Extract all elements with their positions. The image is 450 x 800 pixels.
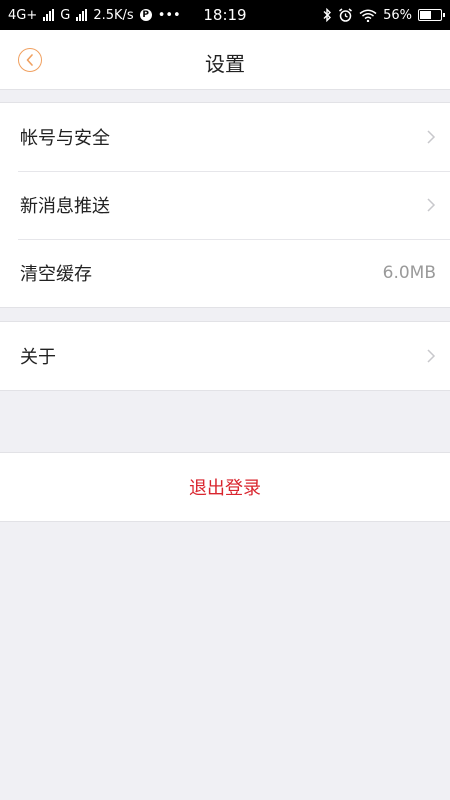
new-message-push-label: 新消息推送 <box>20 196 110 217</box>
status-bar: 4G+ G 2.5K/s P ••• 18:19 56% <box>0 0 450 30</box>
about-row[interactable]: 关于 <box>0 322 450 390</box>
bluetooth-icon <box>323 8 332 22</box>
chevron-right-icon <box>427 130 436 144</box>
notification-p-icon: P <box>139 9 152 21</box>
network-type-primary: 4G+ <box>8 7 38 23</box>
page-title: 设置 <box>205 52 245 76</box>
battery-icon <box>418 9 445 21</box>
logout-label: 退出登录 <box>189 478 261 499</box>
about-label: 关于 <box>20 347 56 368</box>
clear-cache-row[interactable]: 清空缓存 6.0MB <box>0 239 450 307</box>
status-bar-left: 4G+ G 2.5K/s P ••• <box>8 8 181 23</box>
navigation-bar: 设置 <box>0 30 450 90</box>
wifi-icon <box>359 9 377 22</box>
clear-cache-label: 清空缓存 <box>20 264 92 285</box>
new-message-push-row[interactable]: 新消息推送 <box>0 171 450 239</box>
alarm-icon <box>339 8 353 22</box>
more-notifications-icon: ••• <box>157 7 181 23</box>
chevron-right-icon <box>427 349 436 363</box>
battery-percent: 56% <box>383 7 412 23</box>
settings-group-main: 帐号与安全 新消息推送 清空缓存 6.0MB <box>0 102 450 308</box>
status-bar-right: 56% <box>322 7 445 23</box>
signal-strength-icon <box>43 9 55 21</box>
battery-level-fill <box>420 11 431 19</box>
signal-strength-secondary-icon <box>76 9 88 21</box>
cache-size-value: 6.0MB <box>382 263 436 283</box>
chevron-right-icon <box>427 198 436 212</box>
settings-group-about: 关于 <box>0 321 450 391</box>
network-type-secondary: G <box>60 7 71 23</box>
network-speed: 2.5K/s <box>93 7 134 23</box>
account-security-row[interactable]: 帐号与安全 <box>0 103 450 171</box>
logout-button[interactable]: 退出登录 <box>0 452 450 522</box>
account-security-label: 帐号与安全 <box>20 128 110 149</box>
